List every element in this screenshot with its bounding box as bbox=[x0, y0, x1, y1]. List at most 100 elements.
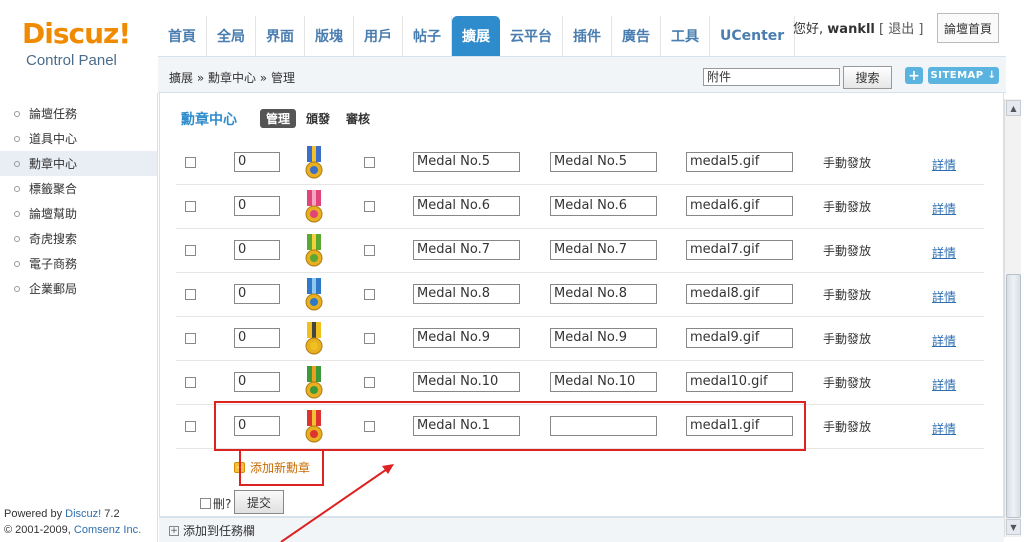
available-checkbox[interactable] bbox=[364, 289, 375, 300]
delete-checkbox[interactable] bbox=[185, 421, 196, 432]
add-shortcut-button[interactable]: + bbox=[905, 67, 923, 84]
medal-image-input[interactable]: medal9.gif bbox=[686, 328, 793, 348]
detail-link[interactable]: 詳情 bbox=[932, 156, 956, 173]
medal-name-input[interactable]: Medal No.6 bbox=[413, 196, 520, 216]
copyright-prefix: © 2001-2009, bbox=[4, 524, 74, 536]
nav-tab[interactable]: 界面 bbox=[256, 16, 305, 56]
detail-link[interactable]: 詳情 bbox=[932, 332, 956, 349]
delete-checkbox[interactable] bbox=[185, 201, 196, 212]
powered-by: Powered by Discuz! 7.2 © 2001-2009, Coms… bbox=[4, 506, 141, 538]
order-input[interactable]: 0 bbox=[234, 196, 280, 216]
detail-link[interactable]: 詳情 bbox=[932, 376, 956, 393]
scroll-up-icon[interactable]: ▲ bbox=[1006, 100, 1021, 116]
award-method: 手動發放 bbox=[823, 200, 872, 214]
available-checkbox[interactable] bbox=[364, 333, 375, 344]
delete-text: 刪? bbox=[213, 497, 232, 511]
sidebar: 論壇任務道具中心 勳章中心 標籤聚合 論壇幫助奇虎搜索電子商務 企業郵局 Powered… bbox=[0, 93, 158, 542]
medal-description-input[interactable]: Medal No.7 bbox=[550, 240, 657, 260]
medal-description-input[interactable]: Medal No.9 bbox=[550, 328, 657, 348]
sidebar-item[interactable]: 道具中心 bbox=[0, 126, 157, 151]
medal-description-input[interactable]: Medal No.8 bbox=[550, 284, 657, 304]
medal-name-input[interactable]: Medal No.8 bbox=[413, 284, 520, 304]
search-input[interactable]: 附件 bbox=[703, 68, 840, 86]
medal-name-input[interactable]: Medal No.9 bbox=[413, 328, 520, 348]
sidebar-item-label: 奇虎搜索 bbox=[29, 232, 78, 246]
detail-link[interactable]: 詳情 bbox=[932, 288, 956, 305]
powered-link[interactable]: Discuz! bbox=[65, 508, 101, 520]
plus-box-icon: + bbox=[169, 525, 179, 536]
delete-label: 刪? bbox=[200, 495, 231, 512]
detail-link[interactable]: 詳情 bbox=[932, 244, 956, 261]
nav-tab[interactable]: 擴展 bbox=[452, 16, 500, 56]
nav-tab[interactable]: UCenter bbox=[710, 16, 796, 56]
medal-image-input[interactable]: medal10.gif bbox=[686, 372, 793, 392]
available-checkbox[interactable] bbox=[364, 157, 375, 168]
logo[interactable]: Discuz! Control Panel bbox=[22, 18, 152, 70]
sidebar-item[interactable]: 電子商務 bbox=[0, 251, 157, 276]
medal-description-input[interactable]: Medal No.10 bbox=[550, 372, 657, 392]
subtab[interactable]: 審核 bbox=[340, 109, 376, 128]
forum-home-button[interactable]: 論壇首頁 bbox=[937, 13, 999, 43]
delete-checkbox[interactable] bbox=[185, 333, 196, 344]
medal-image-input[interactable]: medal6.gif bbox=[686, 196, 793, 216]
order-input[interactable]: 0 bbox=[234, 372, 280, 392]
nav-tab[interactable]: 帖子 bbox=[403, 16, 452, 56]
award-method: 手動發放 bbox=[823, 244, 872, 258]
sitemap-button[interactable]: SITEMAP ↓ bbox=[928, 67, 999, 84]
sidebar-item[interactable]: 奇虎搜索 bbox=[0, 226, 157, 251]
delete-checkbox[interactable] bbox=[185, 377, 196, 388]
nav-tab[interactable]: 版塊 bbox=[305, 16, 354, 56]
scroll-thumb[interactable] bbox=[1006, 274, 1021, 518]
order-input[interactable]: 0 bbox=[234, 152, 280, 172]
detail-link[interactable]: 詳情 bbox=[932, 200, 956, 217]
medal-image-input[interactable]: medal5.gif bbox=[686, 152, 793, 172]
medal-name-input[interactable]: Medal No.10 bbox=[413, 372, 520, 392]
delete-checkbox[interactable] bbox=[185, 289, 196, 300]
sidebar-item[interactable]: 標籤聚合 bbox=[0, 176, 157, 201]
order-input[interactable]: 0 bbox=[234, 284, 280, 304]
logout-link[interactable]: [ 退出 ] bbox=[879, 22, 923, 37]
sidebar-item-label: 論壇任務 bbox=[29, 107, 78, 121]
available-checkbox[interactable] bbox=[364, 201, 375, 212]
subtab[interactable]: 頒發 bbox=[300, 109, 336, 128]
nav-tab[interactable]: 用戶 bbox=[354, 16, 403, 56]
delete-all-checkbox[interactable] bbox=[200, 498, 211, 509]
search-button[interactable]: 搜索 bbox=[843, 66, 892, 89]
order-input[interactable]: 0 bbox=[234, 240, 280, 260]
award-method: 手動發放 bbox=[823, 332, 872, 346]
sidebar-item[interactable]: 企業郵局 bbox=[0, 276, 157, 301]
available-checkbox[interactable] bbox=[364, 245, 375, 256]
sidebar-item[interactable]: 論壇任務 bbox=[0, 101, 157, 126]
nav-tab[interactable]: 插件 bbox=[563, 16, 612, 56]
add-to-taskbar[interactable]: + 添加到任務欄 bbox=[169, 522, 255, 539]
order-input[interactable]: 0 bbox=[234, 328, 280, 348]
nav-tab[interactable]: 首頁 bbox=[158, 16, 207, 56]
delete-checkbox[interactable] bbox=[185, 245, 196, 256]
bullet-icon bbox=[14, 135, 20, 142]
sidebar-item[interactable]: 論壇幫助 bbox=[0, 201, 157, 226]
detail-link[interactable]: 詳情 bbox=[932, 420, 956, 437]
medal-image-input[interactable]: medal8.gif bbox=[686, 284, 793, 304]
medal-name-input[interactable]: Medal No.5 bbox=[413, 152, 520, 172]
sidebar-list: 論壇任務道具中心 勳章中心 標籤聚合 論壇幫助奇虎搜索電子商務 企業郵局 bbox=[0, 101, 157, 301]
vertical-scrollbar[interactable]: ▲ ▼ bbox=[1004, 99, 1021, 537]
available-checkbox[interactable] bbox=[364, 377, 375, 388]
medal-image-input[interactable]: medal7.gif bbox=[686, 240, 793, 260]
sidebar-item[interactable]: 勳章中心 bbox=[0, 151, 157, 176]
page-title: 勳章中心 bbox=[181, 112, 237, 128]
nav-tab[interactable]: 工具 bbox=[661, 16, 710, 56]
medal-description-input[interactable]: Medal No.6 bbox=[550, 196, 657, 216]
nav-tab[interactable]: 廣告 bbox=[612, 16, 661, 56]
delete-checkbox[interactable] bbox=[185, 157, 196, 168]
table-row: 0 Medal No.9 Medal No.9 medal9.gif 手動發放 詳情 bbox=[176, 317, 984, 361]
scroll-down-icon[interactable]: ▼ bbox=[1006, 519, 1021, 535]
submit-button[interactable]: 提交 bbox=[234, 490, 284, 514]
breadcrumb: 擴展 » 勳章中心 » 管理 bbox=[169, 71, 295, 85]
copyright-link[interactable]: Comsenz Inc. bbox=[74, 524, 141, 536]
nav-tab[interactable]: 全局 bbox=[207, 16, 256, 56]
medal-description-input[interactable]: Medal No.5 bbox=[550, 152, 657, 172]
nav-tab[interactable]: 云平台 bbox=[500, 16, 563, 56]
medal-name-input[interactable]: Medal No.7 bbox=[413, 240, 520, 260]
subtab[interactable]: 管理 bbox=[260, 109, 297, 128]
powered-version: 7.2 bbox=[101, 508, 120, 520]
